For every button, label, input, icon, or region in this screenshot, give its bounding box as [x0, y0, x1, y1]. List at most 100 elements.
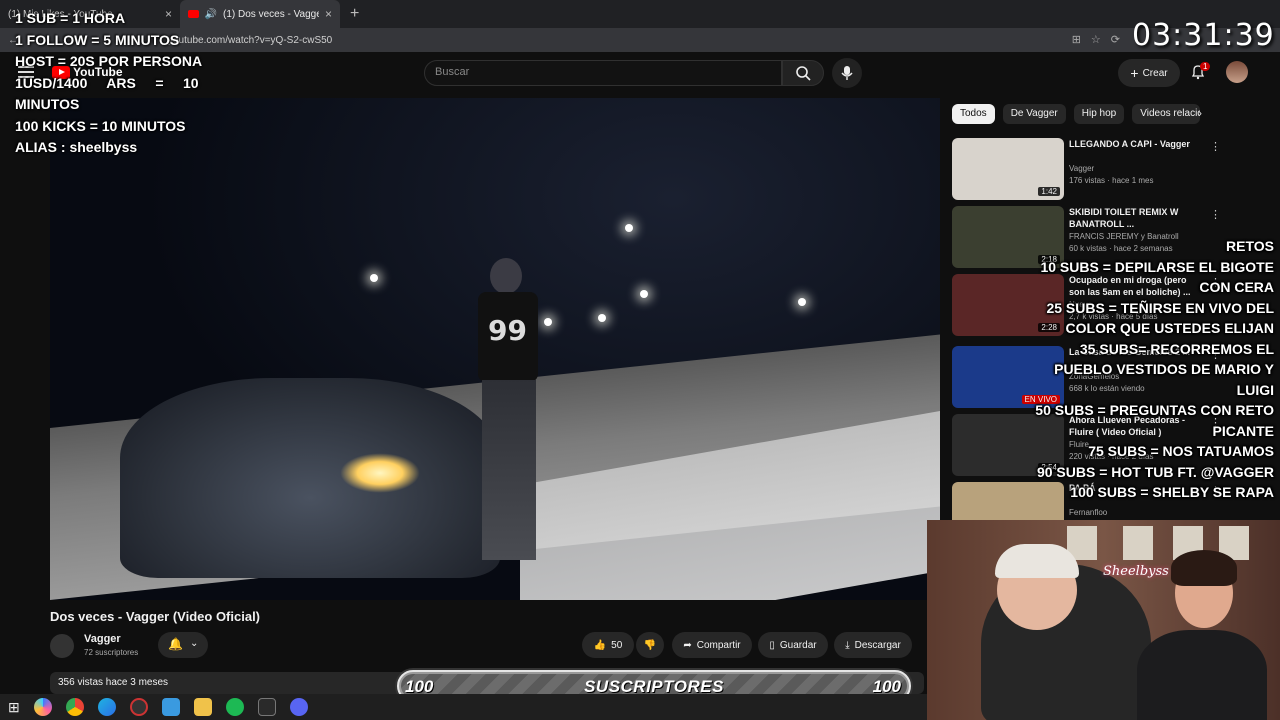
chrome-icon[interactable]	[65, 698, 84, 716]
challenge-line: 35 SUBS= RECORREMOS EL	[1079, 340, 1274, 357]
recommended-title[interactable]: LLEGANDO A CAPI - Vagger	[1069, 138, 1199, 150]
spotify-icon[interactable]	[225, 698, 244, 716]
channel-name[interactable]: Vagger	[84, 633, 121, 645]
more-options-icon[interactable]: ⋮	[1210, 140, 1221, 153]
tab-label: (1) Dos veces - Vagger (Vide	[223, 8, 319, 20]
street-lamp	[640, 290, 648, 298]
chevron-right-icon[interactable]: ›	[1198, 106, 1202, 120]
thumbs-up-icon: 👍	[593, 639, 607, 651]
search-icon	[796, 66, 811, 81]
wall-poster	[1123, 526, 1153, 560]
search-button[interactable]	[782, 60, 824, 86]
challenge-line: 90 SUBS = HOT TUB FT. @VAGGER	[1036, 463, 1274, 480]
account-avatar[interactable]	[1226, 61, 1248, 83]
install-icon[interactable]: ⊞	[1072, 33, 1081, 46]
more-options-icon[interactable]: ⋮	[1210, 208, 1221, 221]
save-label: Guardar	[779, 639, 817, 651]
guest-hair	[1171, 550, 1237, 586]
rule-line: 1USD/1400 ARS = 10	[15, 74, 199, 91]
bell-icon: 🔔	[168, 637, 183, 651]
recommended-channel[interactable]: Vagger	[1069, 164, 1094, 173]
street-lamp	[798, 298, 806, 306]
challenge-line: 10 SUBS = DEPILARSE EL BIGOTE	[1040, 258, 1274, 275]
video-title: Dos veces - Vagger (Video Oficial)	[50, 609, 261, 624]
windows-start-icon[interactable]: ⊞	[8, 699, 20, 716]
windows-taskbar: ⊞	[0, 694, 927, 720]
challenge-line: 50 SUBS = PREGUNTAS CON RETO	[1035, 402, 1274, 418]
recommended-video[interactable]: 1:42 LLEGANDO A CAPI - Vagger Vagger 176 vi…	[952, 138, 1221, 204]
chip-all[interactable]: Todos	[952, 104, 995, 124]
download-label: Descargar	[854, 639, 901, 651]
jersey-number: 99	[488, 314, 527, 347]
browser-tab-video[interactable]: 🔊 (1) Dos veces - Vagger (Vide ×	[180, 0, 340, 28]
neon-sign: Sheelbyss	[1103, 564, 1169, 579]
share-icon: ➦	[683, 639, 692, 651]
share-label: Compartir	[696, 639, 741, 651]
channel-avatar[interactable]	[50, 634, 74, 658]
webcam-overlay: Sheelbyss	[927, 520, 1280, 720]
challenge-line: PUEBLO VESTIDOS DE MARIO Y	[1054, 361, 1274, 377]
file-explorer-icon[interactable]	[193, 698, 212, 716]
save-button[interactable]: ▯ Guardar	[758, 632, 828, 658]
dislike-button[interactable]: 👎	[636, 632, 664, 658]
rule-line: ALIAS : sheelbyss	[15, 139, 138, 155]
rule-line: HOST = 20S POR PERSONA	[15, 53, 203, 69]
create-button[interactable]: + Crear	[1118, 59, 1180, 87]
rule-line: 1 FOLLOW = 5 MINUTOS	[15, 31, 180, 48]
video-player[interactable]: 99	[50, 98, 940, 600]
challenge-line: RETOS	[1226, 238, 1274, 254]
video-thumbnail[interactable]: 1:42	[952, 138, 1064, 200]
like-button[interactable]: 👍 50	[582, 632, 634, 658]
copilot-icon[interactable]	[33, 698, 52, 716]
stream-timer: 03:31:39	[1132, 18, 1275, 53]
new-tab-button[interactable]: +	[350, 5, 359, 23]
chevron-down-icon: ⌄	[190, 638, 199, 649]
extensions-icon[interactable]: ⟳	[1111, 33, 1120, 46]
chip-hip-hop[interactable]: Hip hop	[1073, 104, 1125, 124]
like-count: 50	[611, 639, 623, 651]
share-button[interactable]: ➦ Compartir	[672, 632, 752, 658]
mic-icon	[841, 66, 853, 80]
chip-related[interactable]: Videos relacio	[1132, 104, 1201, 124]
star-icon[interactable]: ☆	[1091, 33, 1101, 46]
create-label: Crear	[1142, 67, 1168, 79]
challenges-overlay: RETOS 10 SUBS = DEPILARSE EL BIGOTE CON …	[1004, 236, 1274, 503]
subscription-bell-button[interactable]: 🔔 ⌄	[158, 632, 208, 658]
recommended-meta: 176 vistas · hace 1 mes	[1069, 176, 1154, 185]
bookmark-icon: ▯	[769, 639, 775, 651]
recorder-icon[interactable]	[129, 698, 148, 716]
car-headlight	[340, 453, 420, 493]
street-lamp	[625, 224, 633, 232]
person-in-jersey: 99	[470, 258, 550, 578]
challenge-line: 75 SUBS = NOS TATUAMOS	[1088, 443, 1274, 459]
guest-body	[1137, 630, 1267, 720]
notification-count-badge: 1	[1200, 62, 1211, 71]
download-icon: ⤓	[845, 639, 850, 651]
thumbs-down-icon: 👎	[643, 639, 657, 651]
app-icon[interactable]	[161, 698, 180, 716]
challenge-line: COLOR QUE USTEDES ELIJAN	[1065, 320, 1274, 336]
epic-games-icon[interactable]	[257, 698, 276, 716]
recommended-channel[interactable]: Fernanfloo	[1069, 508, 1107, 517]
duration-badge: 1:42	[1038, 187, 1060, 196]
stream-rules-overlay: 1 SUB = 1 HORA 1 FOLLOW = 5 MINUTOS HOST…	[15, 8, 202, 159]
search-input[interactable]: Buscar	[424, 60, 782, 86]
chip-from-channel[interactable]: De Vagger	[1002, 104, 1066, 124]
download-button[interactable]: ⤓ Descargar	[834, 632, 912, 658]
recommended-title[interactable]: SKIBIDI TOILET REMIX W BANATROLL ...	[1069, 206, 1199, 230]
filter-chips: Todos De Vagger Hip hop Videos relacio	[952, 104, 1201, 124]
screen: (1) Mis Likes - YouTube × 🔊 (1) Dos vece…	[0, 0, 1280, 720]
rule-line: 1 SUB = 1 HORA	[15, 10, 126, 26]
close-icon[interactable]: ×	[325, 7, 332, 21]
plus-icon: +	[1130, 65, 1139, 81]
challenge-line: CON CERA	[1199, 279, 1274, 295]
streamer-cap	[995, 544, 1079, 578]
rule-line: 100 KICKS = 10 MINUTOS	[15, 117, 186, 134]
channel-subscribers: 72 suscriptores	[84, 648, 139, 657]
voice-search-button[interactable]	[832, 58, 862, 88]
challenge-line: PICANTE	[1212, 422, 1274, 439]
challenge-line: 25 SUBS = TEÑIRSE EN VIVO DEL	[1046, 299, 1274, 316]
edge-icon[interactable]	[97, 698, 116, 716]
video-stats: 356 vistas hace 3 meses	[58, 677, 169, 688]
obs-icon[interactable]	[289, 698, 308, 716]
